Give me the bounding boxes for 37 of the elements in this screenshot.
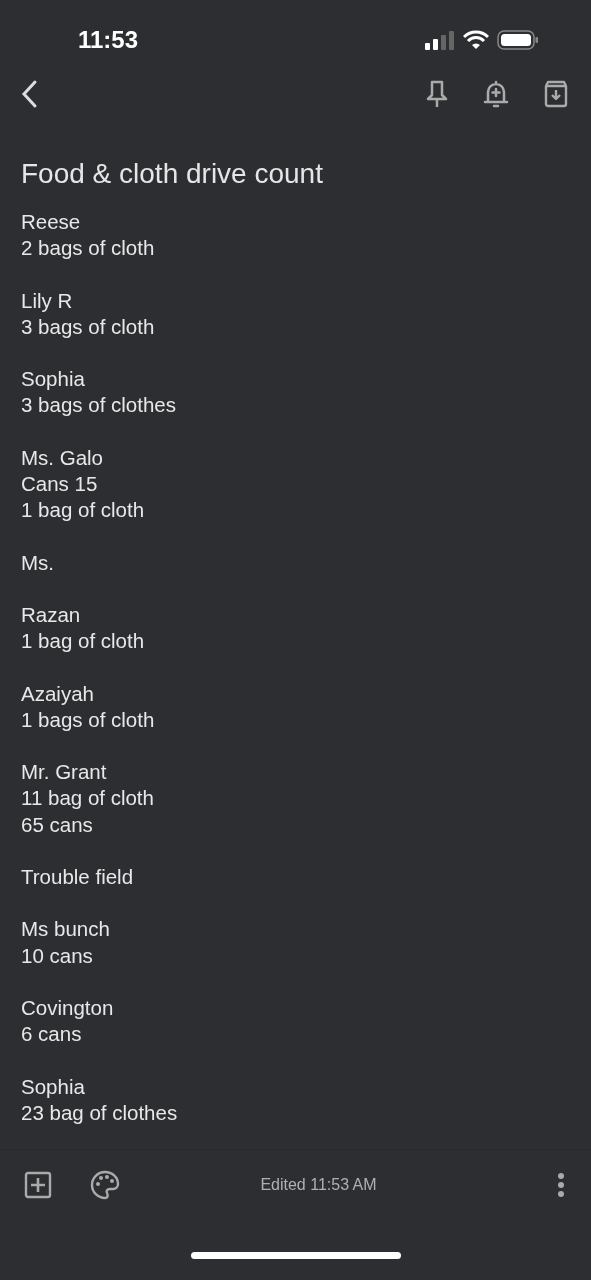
reminder-button[interactable] (483, 79, 509, 109)
note-line: 1 bag of cloth (21, 628, 146, 655)
note-line: Covington (21, 994, 115, 1021)
palette-button[interactable] (90, 1170, 120, 1200)
note-line: 11 bag of cloth (21, 785, 155, 812)
note-line: Azaiyah (21, 680, 95, 707)
note-line: 65 cans (21, 811, 94, 838)
note-line: Sophia (21, 1073, 86, 1100)
note-line: Ms bunch (21, 916, 111, 943)
note-line: Razan (21, 601, 82, 628)
note-line: Ms. Galo (21, 444, 105, 471)
note-line: 2 bags of cloth (21, 235, 156, 262)
note-line: Ms. (21, 549, 56, 576)
note-line: Reese (21, 209, 82, 235)
note-line: 1 bags of cloth (21, 706, 156, 733)
note-line: 3 bags of cloth (21, 313, 156, 340)
status-time: 11:53 (78, 26, 139, 54)
note-line: 6 cans (21, 1021, 83, 1048)
signal-icon (425, 30, 455, 50)
note-line: Lily R (21, 287, 74, 314)
archive-button[interactable] (543, 80, 569, 108)
note-line: Trouble field (21, 863, 135, 890)
battery-icon (497, 30, 539, 50)
note-line: 23 bag of clothes (21, 1099, 179, 1126)
back-button[interactable] (20, 79, 38, 109)
more-button[interactable] (557, 1172, 565, 1198)
edited-time: Edited 11:53 AM (259, 1176, 378, 1194)
note-line: 1 bag of cloth (21, 497, 146, 524)
note-line: Sophia (21, 366, 86, 393)
note-line: 3 bags of clothes (21, 392, 177, 419)
add-box-button[interactable] (24, 1171, 52, 1199)
note-title: Food & cloth drive count (21, 157, 324, 191)
note-line: Mr. Grant (21, 759, 108, 786)
pin-button[interactable] (425, 79, 449, 109)
wifi-icon (463, 30, 489, 50)
note-line: 10 cans (21, 942, 94, 969)
note-line: Cans 15 (21, 471, 99, 497)
